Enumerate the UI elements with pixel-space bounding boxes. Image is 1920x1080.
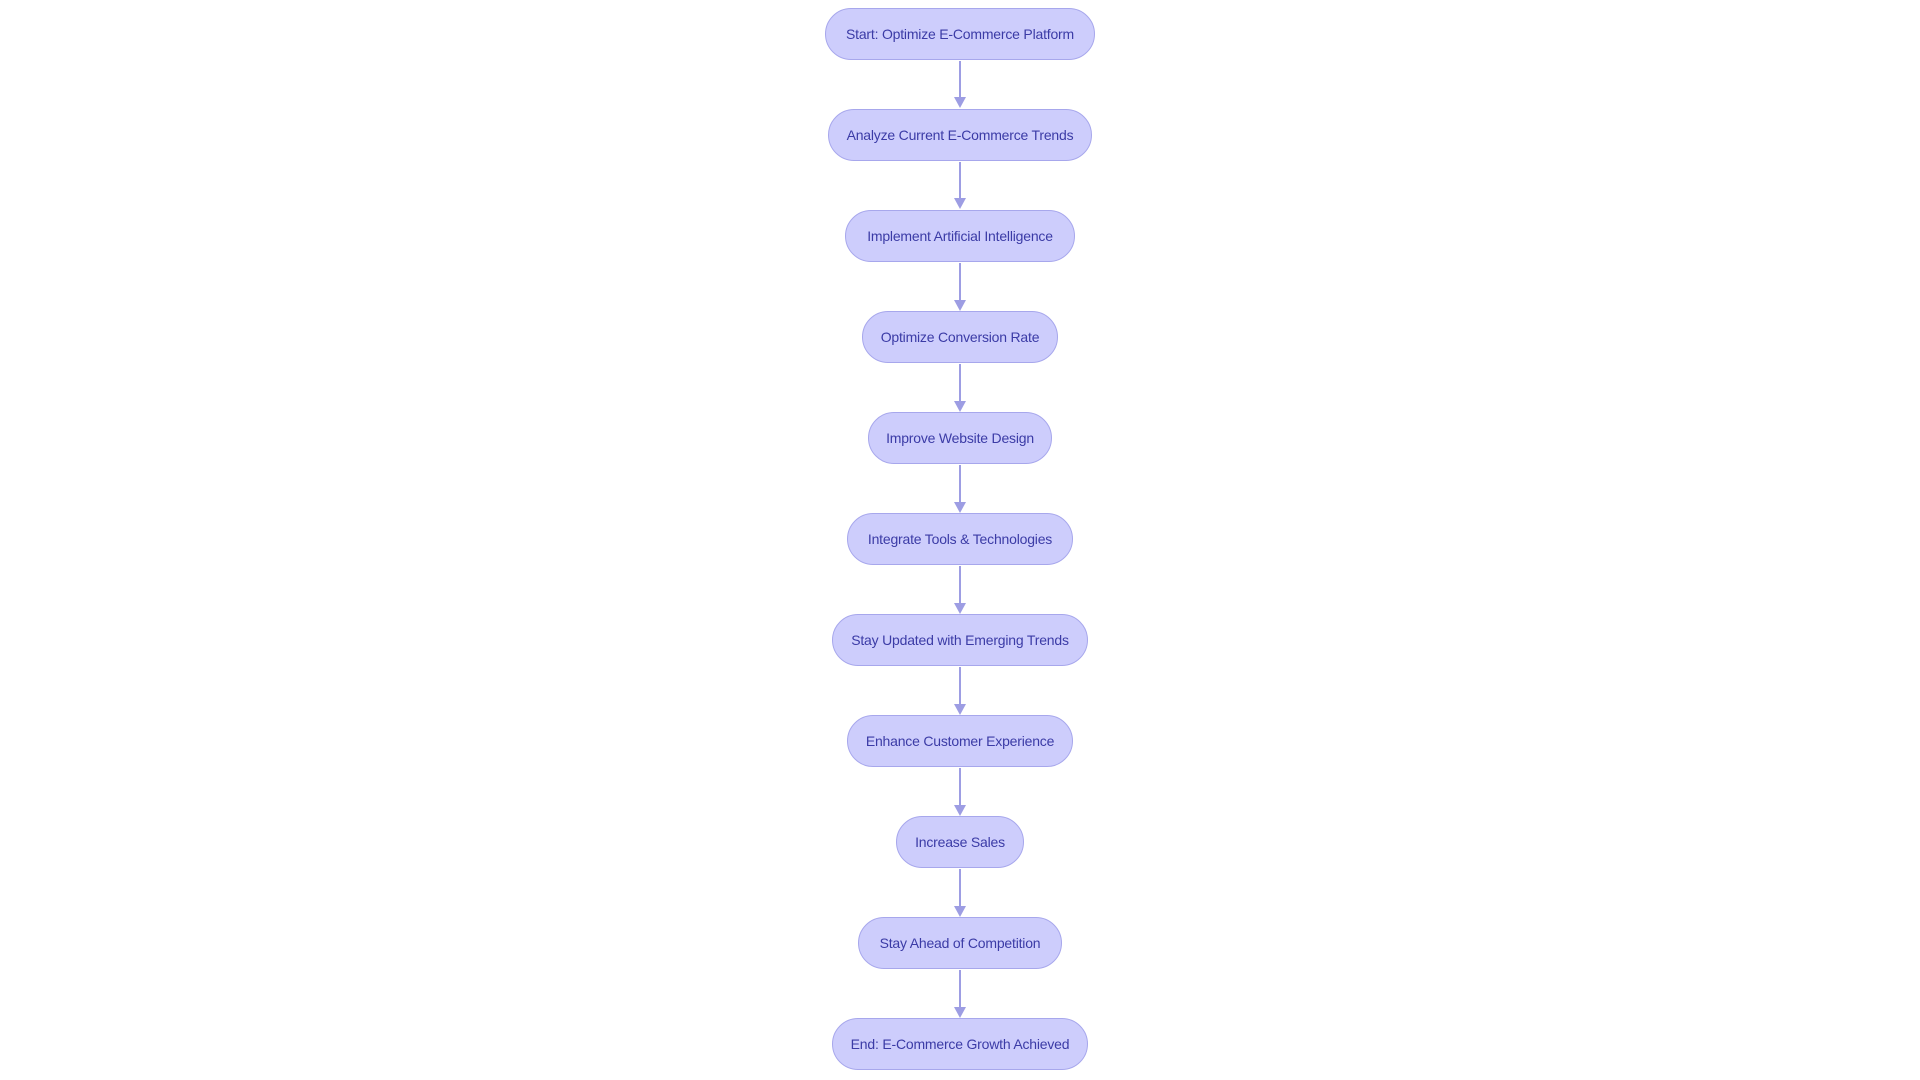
arrowhead-n9-n10 xyxy=(954,906,966,917)
edge-n10-n11 xyxy=(959,970,961,1007)
node-end-growth-achieved[interactable]: End: E-Commerce Growth Achieved xyxy=(832,1018,1088,1070)
node-implement-ai[interactable]: Implement Artificial Intelligence xyxy=(845,210,1075,262)
node-label: Enhance Customer Experience xyxy=(865,733,1055,749)
arrowhead-n8-n9 xyxy=(954,805,966,816)
edge-n4-n5 xyxy=(959,364,961,401)
arrowhead-n10-n11 xyxy=(954,1007,966,1018)
arrowhead-n1-n2 xyxy=(954,97,966,108)
node-start-optimize-platform[interactable]: Start: Optimize E-Commerce Platform xyxy=(825,8,1095,60)
edge-n2-n3 xyxy=(959,162,961,198)
edge-n5-n6 xyxy=(959,465,961,502)
arrowhead-n5-n6 xyxy=(954,502,966,513)
node-stay-updated[interactable]: Stay Updated with Emerging Trends xyxy=(832,614,1088,666)
arrowhead-n6-n7 xyxy=(954,603,966,614)
arrowhead-n2-n3 xyxy=(954,198,966,209)
edge-n9-n10 xyxy=(959,869,961,906)
node-label: Optimize Conversion Rate xyxy=(880,329,1040,345)
node-label: Increase Sales xyxy=(915,834,1005,850)
node-optimize-conversion[interactable]: Optimize Conversion Rate xyxy=(862,311,1058,363)
node-increase-sales[interactable]: Increase Sales xyxy=(896,816,1024,868)
edge-n6-n7 xyxy=(959,566,961,603)
node-label: Integrate Tools & Technologies xyxy=(867,531,1053,547)
node-label: End: E-Commerce Growth Achieved xyxy=(850,1036,1070,1052)
node-enhance-cx[interactable]: Enhance Customer Experience xyxy=(847,715,1073,767)
node-label: Analyze Current E-Commerce Trends xyxy=(846,127,1074,143)
node-label: Improve Website Design xyxy=(886,430,1034,446)
node-analyze-trends[interactable]: Analyze Current E-Commerce Trends xyxy=(828,109,1092,161)
node-label: Implement Artificial Intelligence xyxy=(867,228,1053,244)
node-integrate-tools[interactable]: Integrate Tools & Technologies xyxy=(847,513,1073,565)
edge-n3-n4 xyxy=(959,263,961,300)
arrowhead-n3-n4 xyxy=(954,300,966,311)
node-stay-ahead[interactable]: Stay Ahead of Competition xyxy=(858,917,1062,969)
edge-n1-n2 xyxy=(959,61,961,97)
arrowhead-n4-n5 xyxy=(954,401,966,412)
arrowhead-n7-n8 xyxy=(954,704,966,715)
edge-n7-n8 xyxy=(959,667,961,704)
flowchart-canvas: Start: Optimize E-Commerce Platform Anal… xyxy=(0,0,1920,1080)
edge-n8-n9 xyxy=(959,768,961,805)
node-improve-design[interactable]: Improve Website Design xyxy=(868,412,1052,464)
node-label: Stay Updated with Emerging Trends xyxy=(851,632,1069,648)
node-label: Start: Optimize E-Commerce Platform xyxy=(846,26,1074,42)
node-label: Stay Ahead of Competition xyxy=(879,935,1041,951)
